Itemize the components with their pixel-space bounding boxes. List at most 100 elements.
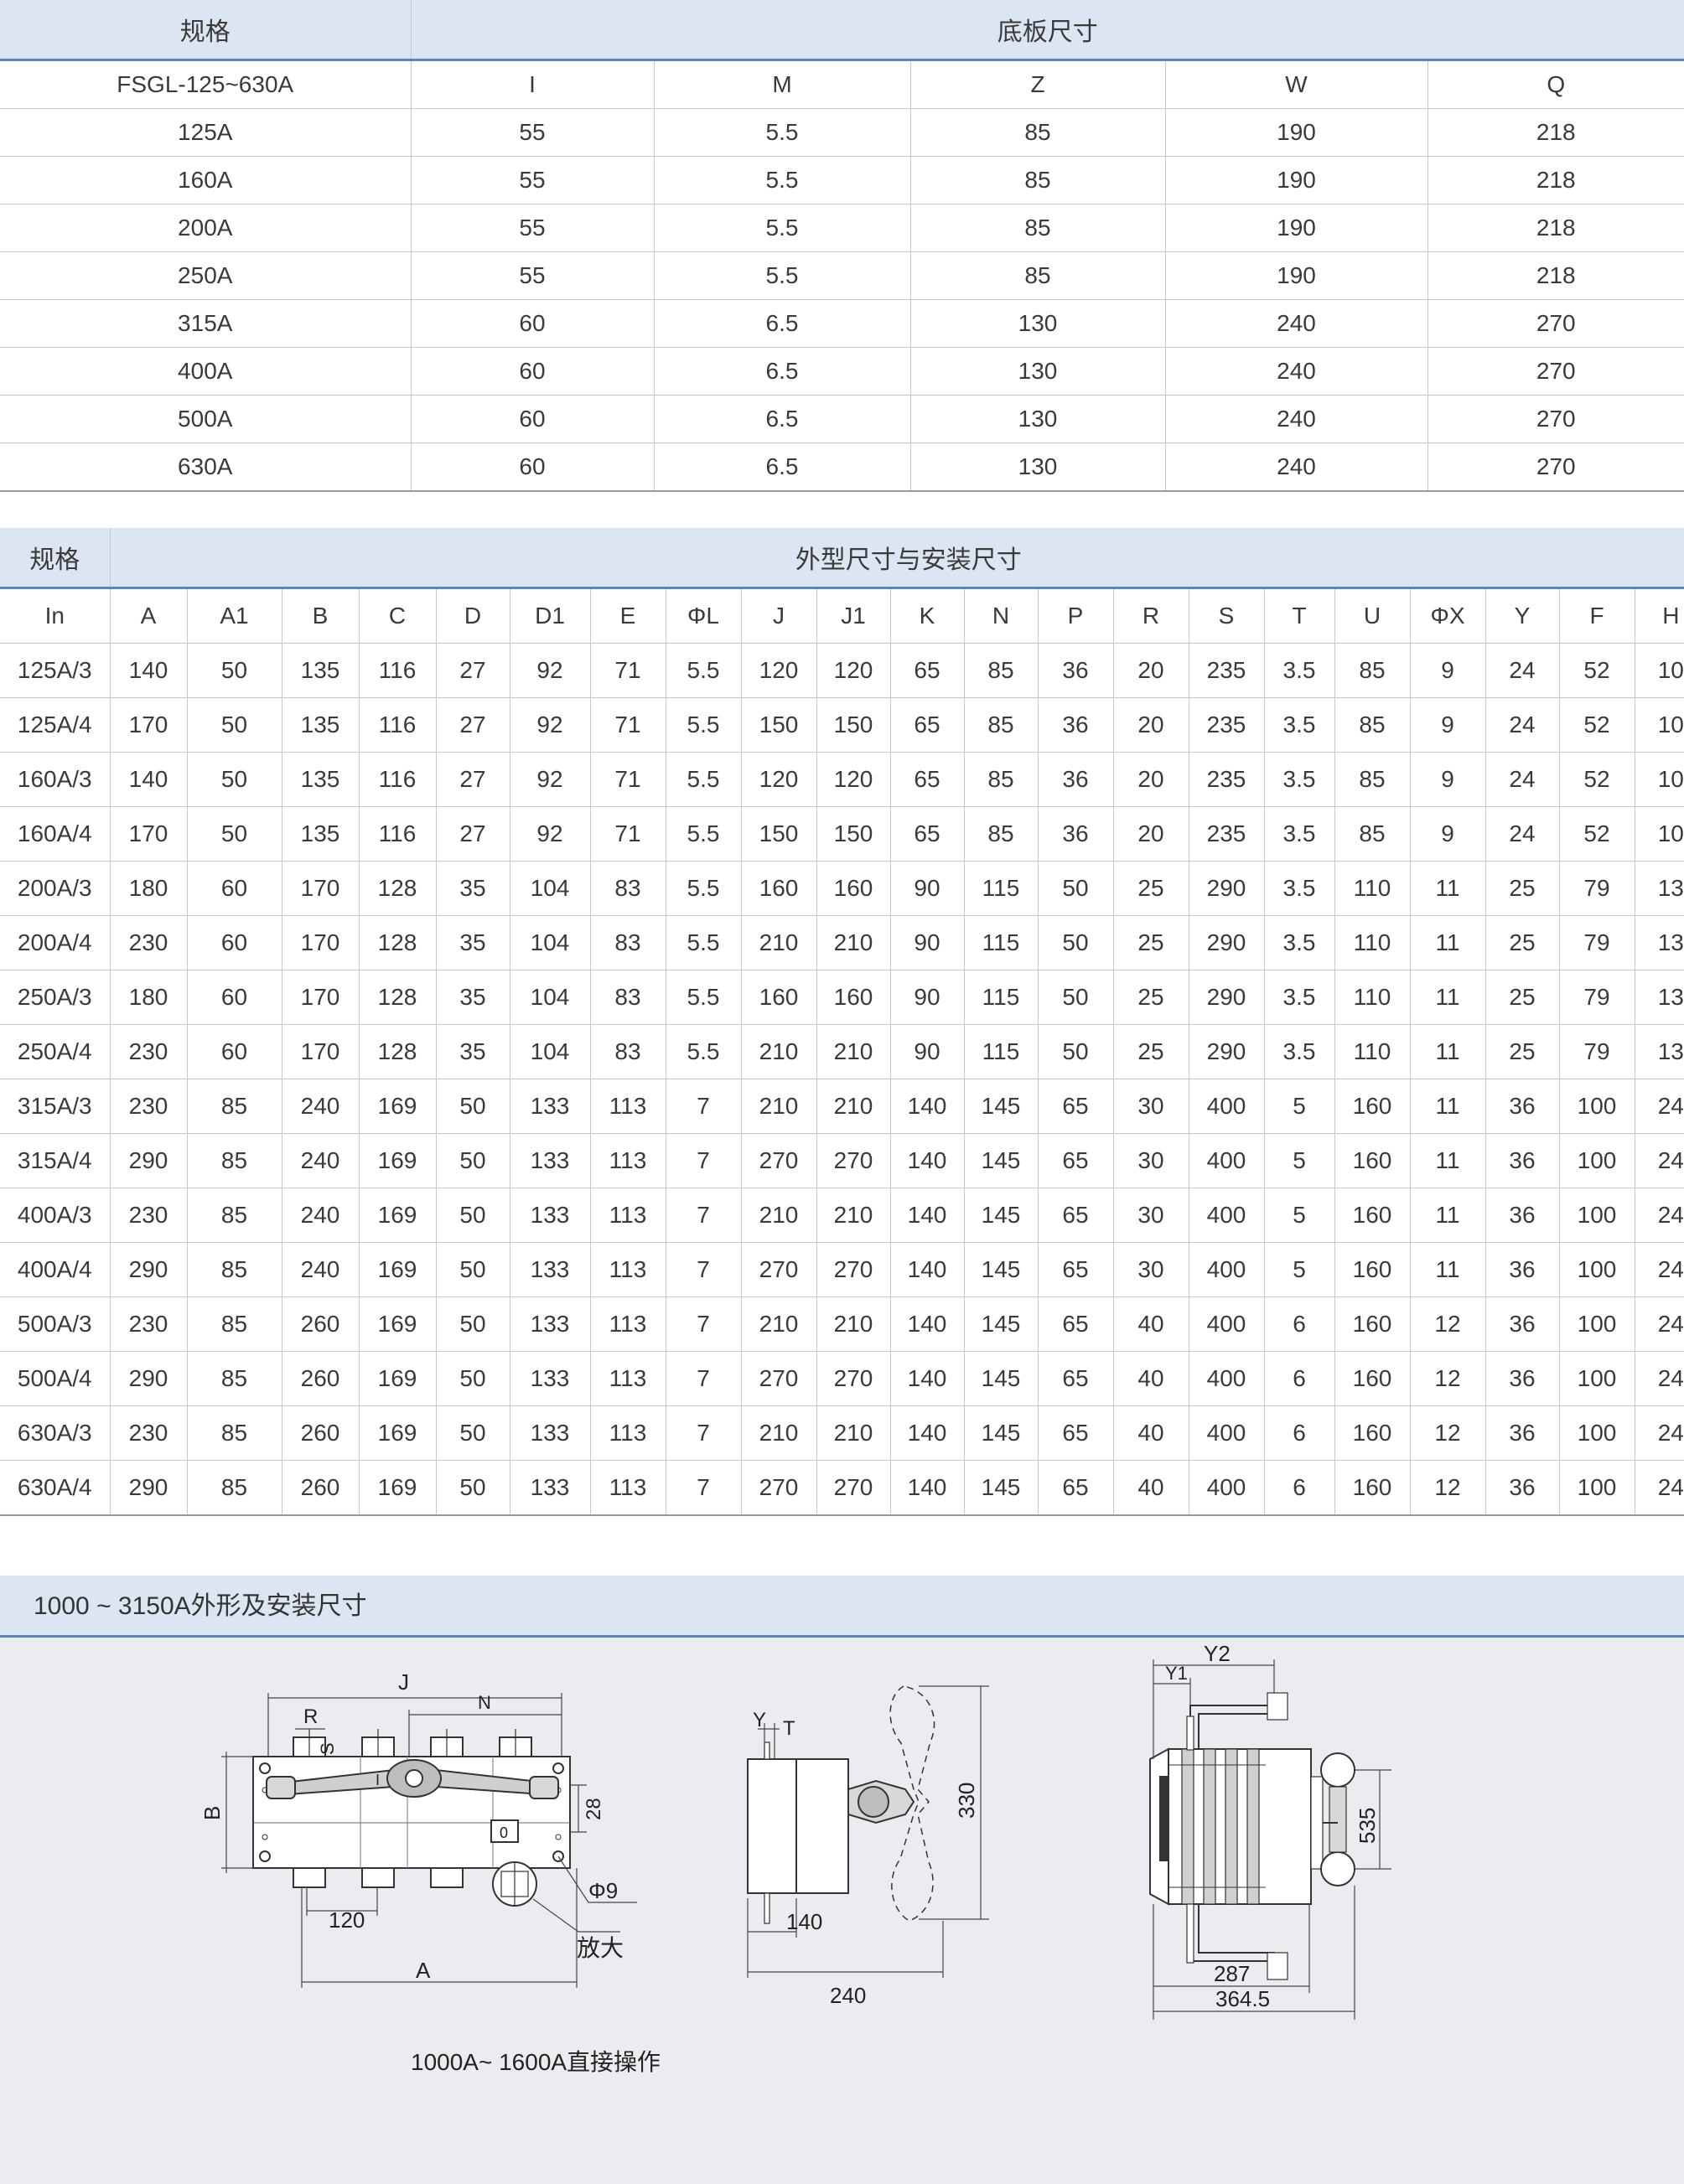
table-cell: 290 xyxy=(109,1460,187,1516)
table-cell: 85 xyxy=(963,752,1038,807)
table-cell: 6.5 xyxy=(653,299,910,348)
table-cell: 85 xyxy=(909,251,1165,300)
table-cell: 5.5 xyxy=(653,204,910,252)
table-cell: 90 xyxy=(889,861,964,916)
table-cell: 160 xyxy=(1334,1351,1410,1406)
table-cell: 218 xyxy=(1427,156,1684,204)
table-cell: 100 xyxy=(1558,1405,1635,1461)
table-cell: 290 xyxy=(109,1351,187,1406)
dim-R-label: R xyxy=(303,1705,318,1728)
table-row: 250A/4 230 60 170 128 35 104 83 5.5 210 210 90 115 50… xyxy=(0,1024,1684,1079)
table-cell: 270 xyxy=(1427,299,1684,348)
table-cell: 218 xyxy=(1427,204,1684,252)
table-cell: 218 xyxy=(1427,251,1684,300)
table-cell: 140 xyxy=(889,1188,964,1243)
table-row: 160A/4 170 50 135 116 27 92 71 5.5 150 150 65 85 36 20… xyxy=(0,806,1684,862)
table-cell: 115 xyxy=(963,970,1038,1025)
table-cell: 400 xyxy=(1188,1296,1264,1352)
table-cell: 85 xyxy=(1334,643,1410,698)
table-cell: 5.5 xyxy=(665,806,741,862)
table-cell: 128 xyxy=(358,915,436,970)
table-cell: 290 xyxy=(1188,970,1264,1025)
column-header: P xyxy=(1037,587,1113,644)
column-header-row: In A A1 B C D D1 E ΦL J J1 K N P R S T U ΦX Y F H xyxy=(0,587,1684,644)
table-cell: 10 xyxy=(1634,643,1684,698)
table-cell: 83 xyxy=(589,970,666,1025)
table-cell: 71 xyxy=(589,806,666,862)
table-cell: 6 xyxy=(1263,1296,1334,1352)
table-cell: 36 xyxy=(1485,1351,1559,1406)
table-cell: 50 xyxy=(1037,861,1113,916)
table-cell: 6.5 xyxy=(653,347,910,396)
column-header: S xyxy=(1188,587,1264,644)
table-cell: 104 xyxy=(509,861,590,916)
table-cell: 210 xyxy=(740,1024,816,1079)
table-cell: 40 xyxy=(1112,1460,1189,1516)
table-cell: 170 xyxy=(109,806,187,862)
table-cell: 160A xyxy=(0,156,411,204)
table-cell: 30 xyxy=(1112,1079,1189,1134)
table-cell: 27 xyxy=(435,697,510,753)
table-cell: 27 xyxy=(435,643,510,698)
table-cell: 290 xyxy=(1188,861,1264,916)
table-cell: 79 xyxy=(1558,1024,1635,1079)
dim-Y-label: Y xyxy=(753,1709,766,1731)
table-cell: 85 xyxy=(1334,752,1410,807)
table-cell: 3.5 xyxy=(1263,752,1334,807)
table-cell: 50 xyxy=(435,1079,510,1134)
table-row: 400A/4 290 85 240 169 50 133 113 7 270 270 140 145 65… xyxy=(0,1242,1684,1297)
table-cell: 5.5 xyxy=(653,156,910,204)
dim-240-label: 240 xyxy=(830,1983,866,2008)
table-cell: 110 xyxy=(1334,861,1410,916)
table-cell: 315A/3 xyxy=(0,1079,110,1134)
table-cell: 10 xyxy=(1634,752,1684,807)
table-cell: 100 xyxy=(1558,1296,1635,1352)
table-cell: 145 xyxy=(963,1460,1038,1516)
table-cell: 36 xyxy=(1485,1405,1559,1461)
table-cell: 35 xyxy=(435,1024,510,1079)
table-cell: 170 xyxy=(281,861,359,916)
table-cell: 169 xyxy=(358,1460,436,1516)
table-cell: 85 xyxy=(186,1460,282,1516)
table-cell: 120 xyxy=(740,752,816,807)
column-header: H xyxy=(1634,587,1684,644)
table-cell: 190 xyxy=(1164,251,1428,300)
table-row: 630A 60 6.5 130 240 270 xyxy=(0,442,1684,492)
table-cell: 71 xyxy=(589,697,666,753)
table-cell: 65 xyxy=(1037,1405,1113,1461)
table-cell: 169 xyxy=(358,1079,436,1134)
table-cell: 20 xyxy=(1112,806,1189,862)
table-cell: 500A xyxy=(0,395,411,443)
table-cell: 115 xyxy=(963,1024,1038,1079)
front-view xyxy=(221,1693,637,1988)
table-cell: 36 xyxy=(1037,806,1113,862)
table-cell: 92 xyxy=(509,643,590,698)
table-cell: 210 xyxy=(816,1405,890,1461)
table-cell: 85 xyxy=(963,643,1038,698)
table-row: 125A/4 170 50 135 116 27 92 71 5.5 150 150 65 85 36 20… xyxy=(0,697,1684,753)
table-cell: 3.5 xyxy=(1263,697,1334,753)
column-header: F xyxy=(1558,587,1635,644)
dimensions-header: 外型尺寸与安装尺寸 xyxy=(109,528,1684,589)
table-cell: 210 xyxy=(740,1079,816,1134)
table-cell: 240 xyxy=(1164,395,1428,443)
table-cell: 12 xyxy=(1409,1405,1485,1461)
table-cell: 145 xyxy=(963,1242,1038,1297)
table-cell: 90 xyxy=(889,1024,964,1079)
table-cell: 113 xyxy=(589,1351,666,1406)
table-cell: 170 xyxy=(281,915,359,970)
table-cell: 85 xyxy=(963,806,1038,862)
table-cell: 50 xyxy=(186,806,282,862)
table-cell: 65 xyxy=(889,643,964,698)
dim-A-label: A xyxy=(416,1958,431,1983)
table-cell: 7 xyxy=(665,1188,741,1243)
table-cell: 50 xyxy=(435,1405,510,1461)
table-cell: 135 xyxy=(281,697,359,753)
table-cell: 104 xyxy=(509,915,590,970)
installation-drawing-section: 1000 ~ 3150A外形及安装尺寸 J N R S B 28 120 A Φ… xyxy=(0,1576,1684,2184)
table-row: 125A/3 140 50 135 116 27 92 71 5.5 120 120 65 85 36 20… xyxy=(0,643,1684,698)
table-cell: 85 xyxy=(909,108,1165,157)
table-cell: 36 xyxy=(1485,1079,1559,1134)
table-cell: 50 xyxy=(186,643,282,698)
table-cell: 113 xyxy=(589,1405,666,1461)
